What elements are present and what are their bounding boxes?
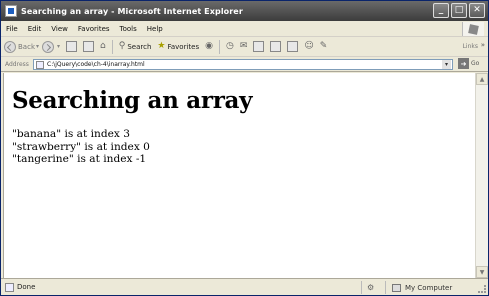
status-bar: Done ⚙ My Computer (1, 278, 488, 295)
discuss-icon[interactable] (287, 41, 299, 52)
forward-button[interactable]: ▾ (42, 40, 60, 53)
back-arrow-icon (4, 40, 16, 53)
go-button[interactable]: ➜ Go (458, 58, 479, 69)
back-dropdown-icon[interactable]: ▾ (36, 43, 39, 50)
history-icon[interactable]: ◷ (226, 42, 234, 51)
address-label: Address (5, 60, 29, 68)
page-heading: Searching an array (12, 87, 253, 114)
window-title: Searching an array - Microsoft Internet … (21, 6, 243, 16)
minimize-button[interactable]: _ (433, 3, 449, 18)
security-icon: ⚙ (367, 283, 375, 292)
result-line: "tangerine" is at index -1 (12, 153, 147, 165)
window-controls: _ □ ✕ (433, 3, 485, 18)
toolbar-separator (218, 39, 220, 54)
back-label: Back (18, 42, 35, 51)
results-list: "banana" is at index 3 "strawberry" is a… (12, 128, 150, 166)
menu-file[interactable]: File (1, 25, 23, 33)
links-button[interactable]: Links (463, 43, 478, 50)
address-input[interactable]: C:\jQuery\code\ch-4\inarray.html ▾ (33, 59, 453, 70)
mail-icon[interactable]: ✉ (240, 42, 248, 51)
print-icon[interactable] (253, 41, 265, 52)
windows-logo-icon (462, 22, 484, 36)
menu-favorites[interactable]: Favorites (73, 25, 115, 33)
forward-dropdown-icon[interactable]: ▾ (57, 43, 60, 50)
result-line: "banana" is at index 3 (12, 128, 130, 140)
page-content: Searching an array "banana" is at index … (3, 73, 475, 278)
go-arrow-icon: ➜ (458, 58, 469, 69)
toolbar-separator (111, 39, 113, 54)
close-button[interactable]: ✕ (469, 3, 485, 18)
page-done-icon (5, 282, 14, 292)
go-label: Go (471, 60, 480, 67)
messenger-icon[interactable]: ☺ (304, 42, 313, 51)
zone-pane: My Computer (385, 281, 475, 294)
resize-grip[interactable] (478, 285, 486, 293)
security-pane: ⚙ (361, 281, 383, 294)
menu-view[interactable]: View (46, 25, 73, 33)
research-icon[interactable]: ✎ (320, 42, 328, 51)
refresh-icon[interactable] (83, 41, 95, 52)
zone-text: My Computer (405, 283, 453, 292)
stop-icon[interactable] (66, 41, 78, 52)
scroll-up-icon[interactable]: ▲ (476, 73, 488, 85)
edit-icon[interactable] (270, 41, 282, 52)
forward-arrow-icon (42, 40, 55, 53)
back-button[interactable]: Back ▾ (4, 40, 39, 53)
my-computer-icon (392, 283, 401, 292)
status-text: Done (17, 283, 36, 291)
address-dropdown-icon[interactable]: ▾ (442, 60, 451, 69)
home-icon[interactable]: ⌂ (100, 42, 106, 51)
address-bar: Address C:\jQuery\code\ch-4\inarray.html… (1, 57, 488, 72)
browser-window: Searching an array - Microsoft Internet … (0, 0, 489, 296)
menu-tools[interactable]: Tools (115, 25, 142, 33)
search-button[interactable]: Search (127, 43, 151, 51)
ie-page-icon (5, 5, 17, 17)
menu-help[interactable]: Help (142, 25, 168, 33)
search-icon: ⚲ (118, 41, 126, 51)
links-chevron-icon[interactable]: » (481, 41, 485, 49)
menu-bar: File Edit View Favorites Tools Help (1, 21, 488, 37)
maximize-button[interactable]: □ (451, 3, 467, 18)
vertical-scrollbar[interactable]: ▲ ▼ (475, 73, 488, 278)
media-icon[interactable]: ◉ (205, 42, 213, 51)
favorites-star-icon: ★ (157, 41, 166, 51)
menu-edit[interactable]: Edit (23, 25, 47, 33)
result-line: "strawberry" is at index 0 (12, 140, 150, 153)
address-url[interactable]: C:\jQuery\code\ch-4\inarray.html (47, 61, 145, 68)
scroll-down-icon[interactable]: ▼ (476, 266, 488, 278)
favorites-button[interactable]: Favorites (167, 43, 199, 51)
standard-toolbar: Back ▾ ▾ ⌂ ⚲ Search ★ Favorites ◉ ◷ ✉ ☺ … (1, 37, 488, 57)
page-icon (36, 60, 44, 69)
title-bar: Searching an array - Microsoft Internet … (1, 1, 488, 21)
